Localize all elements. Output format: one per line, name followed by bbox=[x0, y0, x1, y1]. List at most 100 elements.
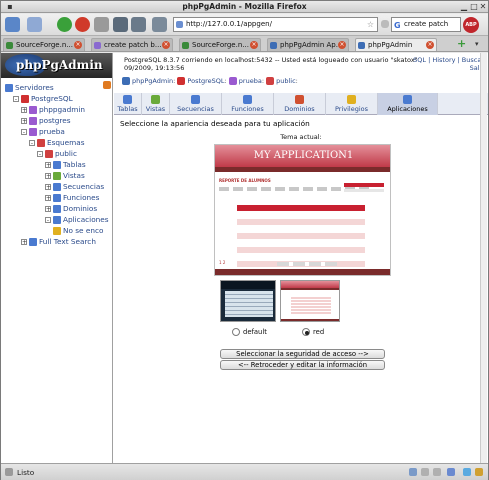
screenshot-icon[interactable] bbox=[131, 17, 146, 32]
phppgadmin-logo[interactable]: phpPgAdmin bbox=[1, 53, 112, 78]
tree-item-secuencias[interactable]: + Secuencias bbox=[45, 181, 104, 192]
radio-red[interactable] bbox=[302, 328, 310, 336]
breadcrumb-item-database[interactable]: prueba bbox=[239, 77, 262, 85]
tab-create-patch[interactable]: create patch b... × bbox=[91, 38, 173, 51]
tree-item-esquemas[interactable]: - Esquemas bbox=[29, 137, 85, 148]
collapse-icon[interactable]: - bbox=[13, 96, 19, 103]
addon-icon[interactable] bbox=[409, 468, 417, 476]
tab-close-icon[interactable]: × bbox=[426, 41, 434, 49]
bookmark-star-icon[interactable]: ☆ bbox=[367, 18, 374, 31]
tab-aplicaciones[interactable]: Aplicaciones bbox=[378, 93, 438, 115]
addon-icon[interactable] bbox=[475, 468, 483, 476]
tree-item-vistas[interactable]: + Vistas bbox=[45, 170, 85, 181]
tree-item-postgresql[interactable]: - PostgreSQL bbox=[13, 93, 73, 104]
tree-item-aplicaciones[interactable]: - Aplicaciones bbox=[45, 214, 109, 225]
addon-icon[interactable] bbox=[447, 468, 455, 476]
page-scrollbar[interactable] bbox=[480, 53, 487, 463]
tab-tablas[interactable]: Tablas bbox=[114, 93, 142, 115]
radio-default[interactable] bbox=[232, 328, 240, 336]
tab-vistas[interactable]: Vistas bbox=[142, 93, 170, 115]
tree-item-label: public bbox=[55, 149, 77, 158]
preview-side-box bbox=[344, 183, 384, 187]
tree-item-phppgadmin[interactable]: + phppgadmin bbox=[21, 104, 85, 115]
link-sql[interactable]: SQL bbox=[413, 56, 426, 64]
minimize-icon[interactable]: ▁ bbox=[459, 2, 469, 11]
expand-icon[interactable]: + bbox=[45, 206, 51, 213]
expand-icon[interactable]: + bbox=[21, 107, 27, 114]
tab-close-icon[interactable]: × bbox=[162, 41, 170, 49]
theme-option-red[interactable]: red bbox=[302, 327, 324, 337]
new-tab-icon[interactable]: + bbox=[457, 38, 466, 49]
tree-item-public[interactable]: - public bbox=[37, 148, 77, 159]
adblock-icon[interactable]: ABP bbox=[463, 17, 479, 33]
tab-close-icon[interactable]: × bbox=[338, 41, 346, 49]
applications-icon bbox=[53, 216, 61, 224]
refresh-tree-icon[interactable] bbox=[103, 81, 111, 89]
tab-close-icon[interactable]: × bbox=[250, 41, 258, 49]
tab-sourceforge-1[interactable]: SourceForge.n... × bbox=[3, 38, 85, 51]
breadcrumb-item-schema[interactable]: public bbox=[276, 77, 296, 85]
tree-item-postgres[interactable]: + postgres bbox=[21, 115, 71, 126]
expand-icon[interactable]: + bbox=[45, 162, 51, 169]
status-icon bbox=[5, 468, 13, 476]
collapse-icon[interactable]: - bbox=[29, 140, 35, 147]
tab-funciones[interactable]: Funciones bbox=[222, 93, 274, 115]
collapse-icon[interactable]: - bbox=[45, 217, 51, 224]
tree-item-dominios[interactable]: + Dominios bbox=[45, 203, 97, 214]
thumbnail-red[interactable] bbox=[280, 280, 340, 322]
tab-close-icon[interactable]: × bbox=[74, 41, 82, 49]
link-history[interactable]: History bbox=[432, 56, 455, 64]
url-bar[interactable]: http://127.0.0.1/appgen/ ☆ bbox=[173, 17, 378, 32]
url-dropdown-icon[interactable] bbox=[381, 20, 389, 28]
preview-app-title: MY APPLICATION1 bbox=[253, 150, 354, 161]
expand-icon[interactable]: + bbox=[45, 195, 51, 202]
preview-table-row bbox=[237, 226, 365, 232]
domains-icon bbox=[53, 205, 61, 213]
tab-privilegios[interactable]: Privilegios bbox=[326, 93, 378, 115]
breadcrumb-item-server[interactable]: PostgreSQL bbox=[187, 77, 224, 85]
theme-option-default[interactable]: default bbox=[232, 327, 267, 337]
expand-icon[interactable]: + bbox=[21, 118, 27, 125]
expand-icon[interactable]: + bbox=[45, 173, 51, 180]
forward-icon[interactable] bbox=[27, 17, 42, 32]
tab-secuencias[interactable]: Secuencias bbox=[170, 93, 222, 115]
tree-item-full-text-search[interactable]: + Full Text Search bbox=[21, 236, 96, 247]
tab-phppgadmin[interactable]: phpPgAdmin × bbox=[355, 38, 437, 51]
search-bar[interactable]: G create patch bbox=[391, 17, 461, 32]
home-icon[interactable] bbox=[94, 17, 109, 32]
downloads-icon[interactable] bbox=[113, 17, 128, 32]
tree-item-servidores[interactable]: Servidores bbox=[5, 82, 54, 93]
breadcrumb-item-phppgadmin[interactable]: phpPgAdmin bbox=[132, 77, 173, 85]
status-bar: Listo bbox=[1, 463, 488, 480]
stop-icon[interactable] bbox=[75, 17, 90, 32]
addon-icon[interactable] bbox=[463, 468, 471, 476]
theme-options: default red bbox=[114, 327, 488, 339]
tab-favicon-icon bbox=[182, 42, 189, 49]
addon-icon[interactable] bbox=[421, 468, 429, 476]
back-edit-button[interactable]: <-- Retroceder y editar la información bbox=[220, 360, 385, 370]
collapse-icon[interactable]: - bbox=[37, 151, 43, 158]
expand-icon[interactable]: + bbox=[45, 184, 51, 191]
tab-favicon-icon bbox=[6, 42, 13, 49]
tree-item-no-se-enco[interactable]: No se enco bbox=[53, 225, 103, 236]
search-engine-icon[interactable]: G bbox=[394, 19, 401, 32]
close-window-icon[interactable]: ✕ bbox=[478, 2, 488, 11]
servers-icon bbox=[5, 84, 13, 92]
tab-list-icon[interactable]: ▾ bbox=[475, 40, 479, 48]
aplicaciones-icon bbox=[403, 95, 412, 104]
addon-icon[interactable] bbox=[433, 468, 441, 476]
tab-phppgadmin-ap[interactable]: phpPgAdmin Ap... × bbox=[267, 38, 349, 51]
expand-icon[interactable]: + bbox=[21, 239, 27, 246]
tree-item-prueba[interactable]: - prueba bbox=[21, 126, 65, 137]
bookmark-tool-icon[interactable] bbox=[152, 17, 167, 32]
tree-item-funciones[interactable]: + Funciones bbox=[45, 192, 99, 203]
secuencias-icon bbox=[191, 95, 200, 104]
reload-icon[interactable] bbox=[57, 17, 72, 32]
tab-sourceforge-2[interactable]: SourceForge.n... × bbox=[179, 38, 261, 51]
tab-dominios[interactable]: Dominios bbox=[274, 93, 326, 115]
tree-item-tablas[interactable]: + Tablas bbox=[45, 159, 86, 170]
thumbnail-default[interactable] bbox=[220, 280, 276, 322]
back-icon[interactable] bbox=[5, 17, 20, 32]
collapse-icon[interactable]: - bbox=[21, 129, 27, 136]
select-security-button[interactable]: Seleccionar la seguridad de acceso --> bbox=[220, 349, 385, 359]
